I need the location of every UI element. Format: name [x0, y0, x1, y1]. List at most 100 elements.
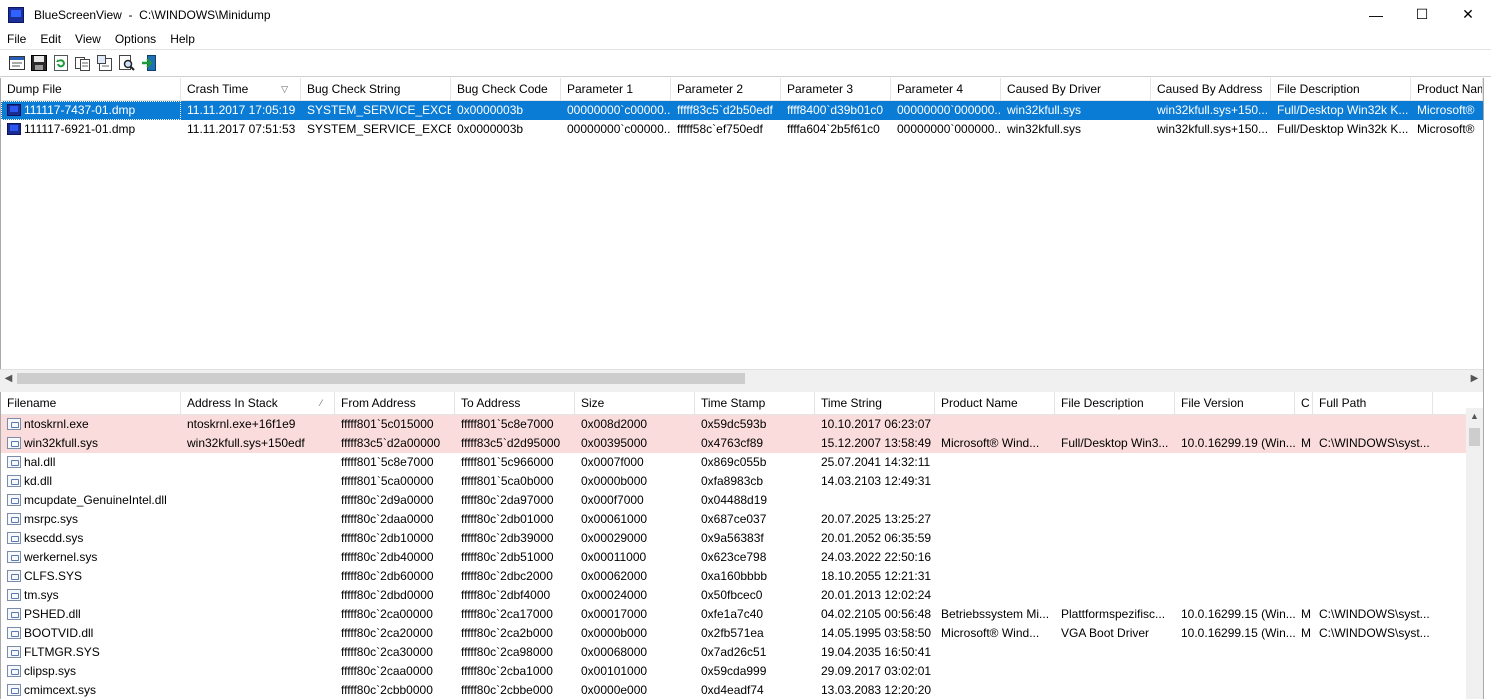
column-header-caused-by-address[interactable]: Caused By Address — [1151, 78, 1271, 101]
cell-product-name — [935, 472, 1055, 491]
app-icon — [8, 6, 24, 23]
module-file-icon — [7, 494, 21, 506]
column-header-caused-by-driver[interactable]: Caused By Driver — [1001, 78, 1151, 101]
module-list-vertical-scrollbar[interactable]: ▲ — [1466, 408, 1483, 699]
cell-size: 0x00062000 — [581, 569, 648, 583]
cell-file-version — [1175, 586, 1295, 605]
column-header-parameter-3[interactable]: Parameter 3 — [781, 78, 891, 101]
cell-company — [1295, 586, 1313, 605]
scroll-left-arrow-icon[interactable]: ◀ — [0, 370, 17, 387]
cell-address-in-stack — [181, 491, 335, 510]
module-row[interactable]: BOOTVID.dll fffff80c`2ca20000 fffff80c`2ca… — [1, 624, 1466, 643]
cell-from-address: fffff80c`2daa0000 — [341, 512, 434, 526]
find-icon[interactable] — [116, 52, 138, 74]
cell-text: BOOTVID.dll — [24, 626, 94, 640]
close-button[interactable]: ✕ — [1445, 0, 1491, 29]
cell-size: 0x00101000 — [581, 664, 648, 678]
module-row[interactable]: win32kfull.sys win32kfull.sys+150edf fffff… — [1, 434, 1466, 453]
cell-file-description: Full/Desktop Win32k K... — [1277, 103, 1409, 117]
module-row[interactable]: hal.dll fffff801`5c8e7000 fffff801`5c96600… — [1, 453, 1466, 472]
module-row[interactable]: cmimcext.sys fffff80c`2cbb0000 fffff80c`2c… — [1, 681, 1466, 699]
exit-icon[interactable] — [138, 52, 160, 74]
module-file-icon — [7, 627, 21, 639]
column-header-time-string[interactable]: Time String — [815, 392, 935, 415]
module-row[interactable]: CLFS.SYS fffff80c`2db60000 fffff80c`2dbc20… — [1, 567, 1466, 586]
module-row[interactable]: PSHED.dll fffff80c`2ca00000 fffff80c`2ca17… — [1, 605, 1466, 624]
module-row[interactable]: werkernel.sys fffff80c`2db40000 fffff80c`2… — [1, 548, 1466, 567]
module-file-icon — [7, 418, 21, 430]
save-icon[interactable] — [28, 52, 50, 74]
column-header-to-address[interactable]: To Address — [455, 392, 575, 415]
cell-size: 0x00011000 — [581, 550, 647, 564]
cell-product-name — [935, 662, 1055, 681]
column-header-filename[interactable]: Filename — [1, 392, 181, 415]
menu-edit[interactable]: Edit — [33, 32, 68, 46]
module-row[interactable]: ksecdd.sys fffff80c`2db10000 fffff80c`2db3… — [1, 529, 1466, 548]
menu-options[interactable]: Options — [108, 32, 163, 46]
cell-dump-file: 111117-7437-01.dmp — [1, 101, 181, 120]
menu-help[interactable]: Help — [163, 32, 202, 46]
cell-to-address: fffff80c`2db01000 — [461, 512, 554, 526]
module-row[interactable]: mcupdate_GenuineIntel.dll fffff80c`2d9a00… — [1, 491, 1466, 510]
copy-icon[interactable] — [72, 52, 94, 74]
cell-filename: cmimcext.sys — [1, 681, 181, 699]
cell-time-stamp: 0x04488d19 — [701, 493, 768, 507]
refresh-icon[interactable] — [50, 52, 72, 74]
column-header-from-address[interactable]: From Address — [335, 392, 455, 415]
scrollbar-thumb[interactable] — [1469, 428, 1480, 446]
column-header-bug-check-string[interactable]: Bug Check String — [301, 78, 451, 101]
cell-parameter-4: 00000000`000000... — [897, 103, 1001, 117]
cell-text: 111117-7437-01.dmp — [24, 103, 136, 117]
column-header-time-stamp[interactable]: Time Stamp — [695, 392, 815, 415]
menu-file[interactable]: File — [0, 32, 33, 46]
cell-product-name — [935, 491, 1055, 510]
module-row[interactable]: msrpc.sys fffff80c`2daa0000 fffff80c`2db01… — [1, 510, 1466, 529]
cell-company: M — [1301, 607, 1311, 621]
minimize-button[interactable]: — — [1353, 0, 1399, 29]
sort-descending-icon: ▽ — [281, 84, 288, 94]
column-header-full-path[interactable]: Full Path — [1313, 392, 1433, 415]
dump-list-horizontal-scrollbar[interactable]: ◀ ▶ — [0, 369, 1483, 386]
column-header-bug-check-code[interactable]: Bug Check Code — [451, 78, 561, 101]
properties-icon[interactable] — [6, 52, 28, 74]
html-report-icon[interactable] — [94, 52, 116, 74]
cell-time-stamp: 0x9a56383f — [701, 531, 764, 545]
column-header-file-description[interactable]: File Description — [1055, 392, 1175, 415]
column-header-company[interactable]: C — [1295, 392, 1313, 415]
cell-from-address: fffff80c`2d9a0000 — [341, 493, 434, 507]
scroll-right-arrow-icon[interactable]: ▶ — [1466, 370, 1483, 387]
cell-product-name: Microsoft® Wind... — [941, 626, 1040, 640]
dump-row[interactable]: 111117-6921-01.dmp 11.11.2017 07:51:53 SYS… — [1, 120, 1483, 139]
cell-from-address: fffff80c`2ca20000 — [341, 626, 433, 640]
column-header-file-version[interactable]: File Version — [1175, 392, 1295, 415]
cell-to-address: fffff80c`2da97000 — [461, 493, 554, 507]
scrollbar-thumb[interactable] — [17, 373, 745, 384]
module-row[interactable]: FLTMGR.SYS fffff80c`2ca30000 fffff80c`2ca9… — [1, 643, 1466, 662]
module-row[interactable]: clipsp.sys fffff80c`2caa0000 fffff80c`2cba… — [1, 662, 1466, 681]
window-title: BlueScreenView - C:\WINDOWS\Minidump — [34, 7, 271, 22]
column-header-crash-time[interactable]: Crash Time ▽ — [181, 78, 301, 101]
column-header-parameter-4[interactable]: Parameter 4 — [891, 78, 1001, 101]
maximize-button[interactable]: ☐ — [1399, 0, 1445, 29]
cell-time-string: 20.07.2025 13:25:27 — [821, 512, 932, 526]
dump-row[interactable]: 111117-7437-01.dmp 11.11.2017 17:05:19 SYS… — [1, 101, 1483, 120]
cell-filename: kd.dll — [1, 472, 181, 491]
column-header-label: Address In Stack — [187, 396, 278, 410]
cell-file-description — [1055, 415, 1175, 434]
column-header-product-name[interactable]: Product Name — [935, 392, 1055, 415]
module-row[interactable]: tm.sys fffff80c`2dbd0000 fffff80c`2dbf4000… — [1, 586, 1466, 605]
module-row[interactable]: ntoskrnl.exe ntoskrnl.exe+16f1e9 fffff801`… — [1, 415, 1466, 434]
column-header-product-name[interactable]: Product Name — [1411, 78, 1483, 101]
column-header-size[interactable]: Size — [575, 392, 695, 415]
column-header-dump-file[interactable]: Dump File — [1, 78, 181, 101]
column-header-address-in-stack[interactable]: Address In Stack ⁄ — [181, 392, 335, 415]
module-file-icon — [7, 589, 21, 601]
column-header-parameter-1[interactable]: Parameter 1 — [561, 78, 671, 101]
menu-view[interactable]: View — [68, 32, 108, 46]
scroll-up-arrow-icon[interactable]: ▲ — [1466, 408, 1483, 425]
column-header-file-description[interactable]: File Description — [1271, 78, 1411, 101]
column-header-parameter-2[interactable]: Parameter 2 — [671, 78, 781, 101]
module-row[interactable]: kd.dll fffff801`5ca00000 fffff801`5ca0b000… — [1, 472, 1466, 491]
cell-file-version — [1175, 529, 1295, 548]
cell-from-address: fffff80c`2db40000 — [341, 550, 434, 564]
